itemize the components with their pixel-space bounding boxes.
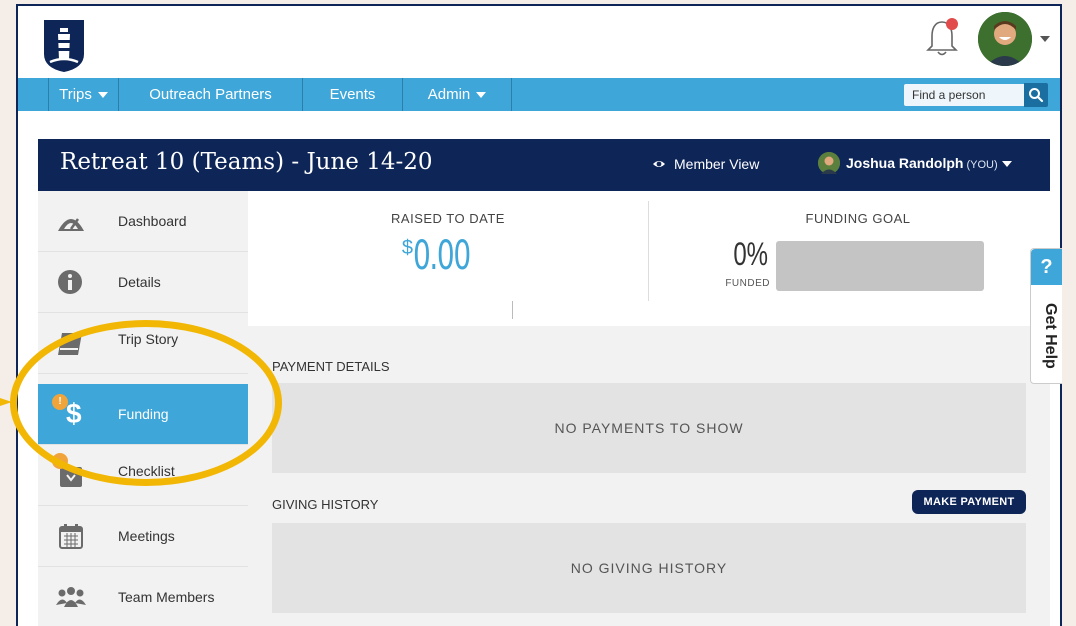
raised-amount: $0.00: [358, 233, 538, 279]
funded-label: FUNDED: [725, 278, 770, 289]
nav-item-label: Admin: [427, 86, 471, 103]
sidebar-item-label: Team Members: [118, 589, 215, 605]
main-nav: Trips Outreach Partners Events Admin: [18, 78, 1060, 111]
payment-details-heading: PAYMENT DETAILS: [272, 359, 390, 374]
search-input[interactable]: [904, 84, 1024, 106]
you-tag: (YOU): [966, 159, 998, 171]
lighthouse-logo-icon[interactable]: [40, 16, 88, 74]
funding-progress-bar: [776, 241, 984, 291]
get-help-label: Get Help: [1042, 303, 1059, 369]
sidebar-item-team-members[interactable]: Team Members: [38, 567, 248, 626]
payments-empty-state: NO PAYMENTS TO SHOW: [272, 383, 1026, 473]
giving-empty-state: NO GIVING HISTORY: [272, 523, 1026, 613]
search-icon: [1029, 88, 1044, 103]
sidebar-item-label: Checklist: [118, 463, 175, 479]
top-header: [18, 6, 1060, 78]
sidebar-item-label: Meetings: [118, 528, 175, 544]
nav-item-label: Trips: [59, 86, 92, 103]
nav-item-admin[interactable]: Admin: [402, 78, 512, 111]
help-icon: ?: [1031, 249, 1062, 285]
nav-item-trips[interactable]: Trips: [48, 78, 118, 111]
avatar: [818, 152, 840, 174]
team-icon: [56, 587, 86, 607]
sidebar-item-label: Details: [118, 274, 161, 290]
sidebar-item-trip-story[interactable]: Trip Story: [38, 313, 248, 374]
alert-badge: [52, 453, 68, 469]
avatar[interactable]: [978, 12, 1032, 66]
eye-icon: [653, 161, 665, 167]
sidebar-item-meetings[interactable]: Meetings: [38, 506, 248, 567]
sidebar-item-dashboard[interactable]: Dashboard: [38, 191, 248, 252]
goal-label: FUNDING GOAL: [805, 211, 911, 226]
caret-down-icon: [476, 92, 487, 99]
giving-history-heading: GIVING HISTORY: [272, 497, 379, 512]
raised-label: RAISED TO DATE: [391, 211, 505, 226]
book-icon: [58, 333, 82, 355]
user-menu[interactable]: Joshua Randolph (YOU): [846, 155, 1012, 171]
caret-down-icon: [97, 92, 108, 99]
chevron-down-icon[interactable]: [1040, 36, 1050, 42]
chevron-down-icon: [1001, 161, 1012, 168]
currency-symbol: $: [401, 237, 414, 259]
nav-item-events[interactable]: Events: [302, 78, 402, 111]
bell-notification-icon[interactable]: [922, 16, 962, 60]
funded-percent: 0%: [733, 236, 768, 272]
sidebar-item-details[interactable]: Details: [38, 252, 248, 313]
user-name: Joshua Randolph: [846, 155, 964, 171]
trip-header: Retreat 10 (Teams) - June 14-20 Member V…: [38, 139, 1050, 191]
search-button[interactable]: [1024, 83, 1048, 107]
sidebar-item-label: Funding: [118, 406, 169, 422]
sidebar-item-label: Dashboard: [118, 213, 187, 229]
funding-stats: RAISED TO DATE $0.00 FUNDING GOAL 0% FUN…: [248, 191, 1050, 326]
svg-text:$: $: [66, 398, 82, 426]
divider: [648, 201, 649, 301]
info-icon: [58, 270, 82, 294]
app-window: Trips Outreach Partners Events Admin Ret…: [16, 4, 1062, 626]
funding-panel: RAISED TO DATE $0.00 FUNDING GOAL 0% FUN…: [248, 191, 1050, 626]
sidebar-item-funding[interactable]: $ ! Funding: [38, 384, 248, 445]
page-title: Retreat 10 (Teams) - June 14-20: [60, 149, 433, 175]
make-payment-button[interactable]: MAKE PAYMENT: [912, 490, 1026, 514]
gauge-icon: [58, 218, 84, 231]
nav-item-outreach-partners[interactable]: Outreach Partners: [118, 78, 302, 111]
get-help-tab[interactable]: ? Get Help: [1030, 248, 1062, 384]
sidebar-item-label: Trip Story: [118, 331, 179, 347]
divider: [512, 301, 513, 319]
alert-badge: !: [52, 394, 68, 410]
sidebar: Dashboard Details Trip Story $ ! Funding: [38, 191, 248, 626]
calendar-icon: [59, 524, 83, 549]
sidebar-item-checklist[interactable]: Checklist: [38, 445, 248, 506]
nav-item-label: Outreach Partners: [149, 86, 272, 103]
nav-item-label: Events: [329, 86, 376, 103]
member-view-toggle[interactable]: Member View: [674, 156, 759, 172]
pointer-arrow-icon: [0, 398, 12, 406]
raised-value: 0.00: [413, 233, 471, 279]
